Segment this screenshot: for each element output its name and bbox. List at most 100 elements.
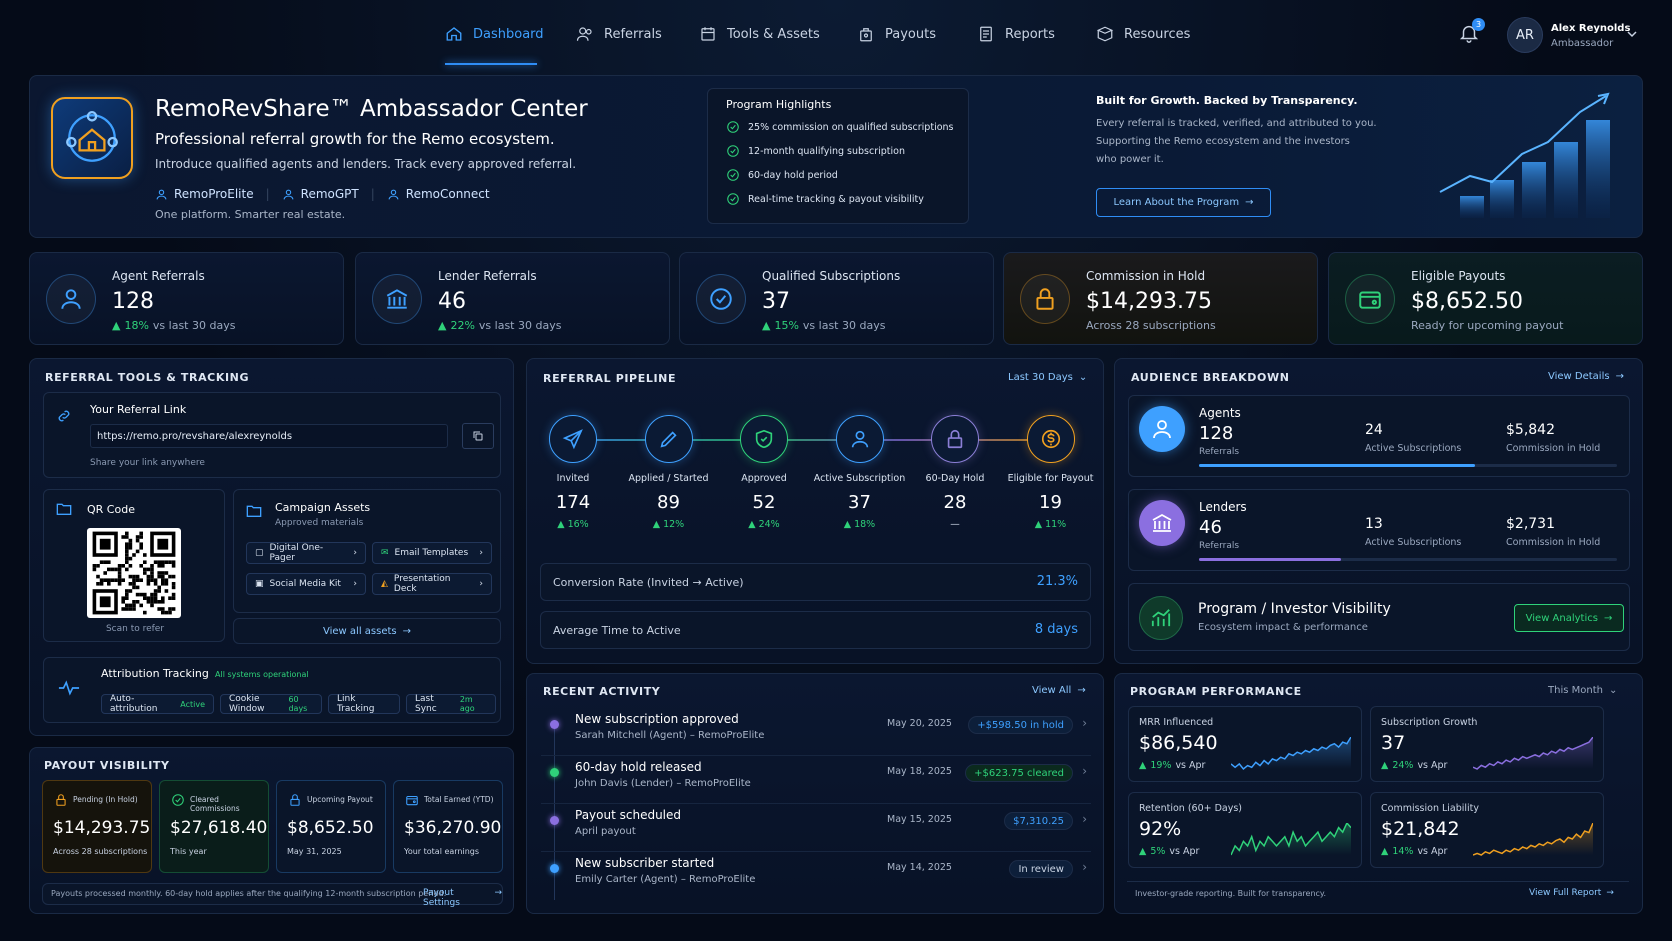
remo-logo-icon <box>51 97 133 179</box>
view-all-assets-link[interactable]: View all assets → <box>233 618 501 644</box>
payout-label: Upcoming Payout <box>307 795 373 804</box>
range-label: Last 30 Days <box>1008 372 1073 383</box>
top-nav: Dashboard Referrals Tools & Assets Payou… <box>0 0 1672 66</box>
activity-date: May 14, 2025 <box>887 862 952 873</box>
payout-value: $36,270.90 <box>404 818 502 838</box>
copy-link-button[interactable] <box>462 423 494 449</box>
activity-row[interactable]: 60-day hold released John Davis (Lender) … <box>541 758 1091 804</box>
payout-settings-link[interactable]: Payout Settings → <box>423 888 502 908</box>
learn-program-button[interactable]: Learn About the Program → <box>1096 188 1271 217</box>
users-icon <box>576 25 594 43</box>
check-circle-icon <box>726 120 740 134</box>
bank-icon <box>372 274 422 324</box>
stat-title: Eligible Payouts <box>1411 269 1506 283</box>
nav-reports[interactable]: Reports <box>977 20 1055 48</box>
activity-row[interactable]: Payout scheduled April payout May 15, 2025… <box>541 806 1091 852</box>
pipeline-stage[interactable]: 60-Day Hold 28 — <box>905 415 1005 530</box>
activity-row[interactable]: New subscriber started Emily Carter (Agen… <box>541 854 1091 900</box>
user-icon <box>835 415 884 463</box>
brand-link-remoproelite[interactable]: RemoProElite <box>155 187 254 201</box>
stage-value: 89 <box>657 492 680 513</box>
growth-line: Every referral is tracked, verified, and… <box>1096 118 1377 129</box>
attribution-chip[interactable]: Cookie Window 60 days <box>220 694 322 714</box>
asset-social-media-kit[interactable]: ▣ Social Media Kit › <box>246 573 366 595</box>
view-details-link[interactable]: View Details → <box>1548 371 1624 382</box>
view-all-activity-link[interactable]: View All → <box>1032 685 1086 696</box>
group-progress-track <box>1199 558 1617 561</box>
activity-subtitle: John Davis (Lender) – RemoProElite <box>575 778 751 789</box>
chevron-down-icon: ⌄ <box>1078 372 1088 383</box>
nav-label: Referrals <box>604 26 662 42</box>
attribution-status: All systems operational <box>215 670 309 679</box>
pipeline-stage[interactable]: Active Subscription 37 ▲ 18% <box>810 415 910 530</box>
link-label: View Full Report <box>1529 888 1602 898</box>
timeline-dot <box>550 768 559 777</box>
highlight-text: 60-day hold period <box>748 169 838 181</box>
notifications-button[interactable]: 3 <box>1458 18 1485 44</box>
attribution-chip[interactable]: Last Sync 2m ago <box>406 694 496 714</box>
stage-label: Active Subscription <box>813 473 906 484</box>
nav-payouts[interactable]: Payouts <box>857 20 936 48</box>
asset-email-templates[interactable]: ✉ Email Templates › <box>372 542 492 564</box>
highlight-text: Real-time tracking & payout visibility <box>748 193 924 205</box>
arrow-right-icon: → <box>402 625 411 637</box>
wallet-icon <box>1345 274 1395 324</box>
activity-row[interactable]: New subscription approved Sarah Mitchell … <box>541 710 1091 756</box>
nav-referrals[interactable]: Referrals <box>576 20 662 48</box>
avg-time-row: Average Time to Active 8 days <box>540 611 1091 649</box>
referral-link-input[interactable] <box>90 424 448 448</box>
qr-code-image[interactable] <box>87 528 181 618</box>
trend-up-icon: ▲ <box>438 319 447 332</box>
nav-resources[interactable]: Resources <box>1096 20 1190 48</box>
commission-label: Commission in Hold <box>1506 537 1601 548</box>
view-analytics-button[interactable]: View Analytics → <box>1514 604 1624 632</box>
payout-note: Your total earnings <box>404 847 480 856</box>
stat-value: 37 <box>762 289 790 314</box>
section-title: PROGRAM PERFORMANCE <box>1130 685 1302 698</box>
metric-delta: ▲ 5% vs Apr <box>1139 846 1199 857</box>
brand-label: RemoGPT <box>300 187 359 201</box>
asset-presentation-deck[interactable]: ◭ Presentation Deck › <box>372 573 492 595</box>
pipeline-stage[interactable]: Approved 52 ▲ 24% <box>714 415 814 530</box>
stat-card: Lender Referrals 46 ▲ 22% vs last 30 days <box>355 252 670 345</box>
pipeline-stage[interactable]: Applied / Started 89 ▲ 12% <box>619 415 719 530</box>
pipeline-stage[interactable]: Invited 174 ▲ 16% <box>523 415 623 530</box>
growth-title: Built for Growth. Backed by Transparency… <box>1096 94 1358 107</box>
brand-link-remogpt[interactable]: RemoGPT <box>282 187 359 201</box>
bank-icon <box>1139 500 1185 546</box>
dashboard-root: Dashboard Referrals Tools & Assets Payou… <box>0 0 1672 941</box>
view-full-report-link[interactable]: View Full Report → <box>1529 888 1614 898</box>
chevron-right-icon: › <box>1082 860 1087 874</box>
chip-label: Link Tracking <box>337 694 375 714</box>
home-icon <box>445 25 463 43</box>
link-label: View All <box>1032 685 1072 696</box>
nav-tools-assets[interactable]: Tools & Assets <box>699 20 820 48</box>
highlight-item: Real-time tracking & payout visibility <box>726 192 924 206</box>
lock-icon <box>931 415 979 463</box>
audience-group-card: Lenders 46 Referrals 13 Active Subscriptions… <box>1128 489 1630 571</box>
attribution-chip[interactable]: Link Tracking <box>328 694 400 714</box>
nav-dashboard[interactable]: Dashboard <box>445 20 544 48</box>
activity-date: May 15, 2025 <box>887 814 952 825</box>
delta-text: 24% <box>758 519 780 530</box>
campaign-assets-card: Campaign Assets Approved materials ▢ Digi… <box>233 489 501 613</box>
asset-digital-one-pager[interactable]: ▢ Digital One-Pager › <box>246 542 366 564</box>
activity-subtitle: Emily Carter (Agent) – RemoProElite <box>575 874 756 885</box>
pipeline-range-dropdown[interactable]: Last 30 Days ⌄ <box>1008 372 1087 383</box>
metric-label: MRR Influenced <box>1139 717 1214 728</box>
pipeline-stage[interactable]: Eligible for Payout 19 ▲ 11% <box>1001 415 1101 530</box>
stat-title: Qualified Subscriptions <box>762 269 901 283</box>
activity-title: New subscriber started <box>575 856 715 870</box>
qr-hint: Scan to refer <box>105 624 165 634</box>
shield-icon <box>740 415 788 463</box>
stat-note: ▲ 22% vs last 30 days <box>438 319 561 332</box>
avatar[interactable]: AR <box>1507 17 1543 53</box>
user-menu-chevron-icon[interactable] <box>1626 29 1638 39</box>
performance-range-dropdown[interactable]: This Month ⌄ <box>1548 685 1617 696</box>
asset-label: Digital One-Pager <box>269 543 324 563</box>
brand-link-remoconnect[interactable]: RemoConnect <box>387 187 490 201</box>
attribution-chip[interactable]: Auto-attribution Active <box>101 694 214 714</box>
stage-label: Applied / Started <box>628 473 709 484</box>
stage-value: 28 <box>943 492 967 513</box>
commission-label: Commission in Hold <box>1506 443 1601 454</box>
